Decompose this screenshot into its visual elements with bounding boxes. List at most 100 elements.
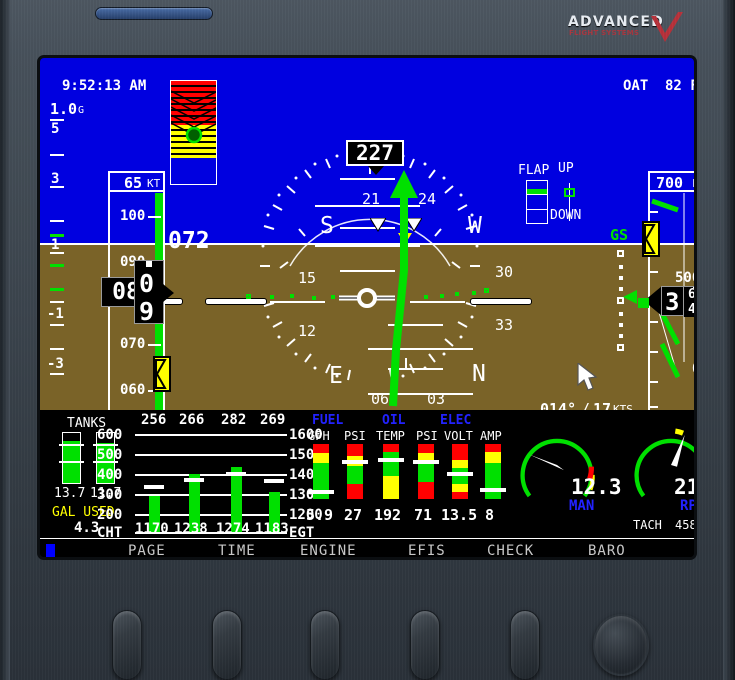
airspeed-bug-unit: KT [147, 177, 161, 190]
wind-speed: 17 [593, 400, 612, 410]
bezel-left-edge [0, 0, 10, 680]
altitude-tens-bottom: 40 [688, 302, 694, 317]
g-tick [50, 154, 64, 156]
bar-label-fuel-psi: PSI [344, 429, 366, 443]
bezel-right-edge [723, 0, 735, 680]
vertical-speed-value: 072 [168, 228, 210, 254]
egt-value-1: 1170 [135, 521, 169, 537]
gs-scale-dot [619, 265, 623, 269]
chart-tick-1 [144, 485, 164, 489]
cht-scale-300: 300 [97, 487, 123, 503]
heading-readout: 227 [346, 140, 404, 166]
g-tick [50, 220, 64, 222]
compass-label-n: N [472, 361, 486, 387]
menu-item-page[interactable]: PAGE [128, 543, 166, 557]
bar-marker-fuel-psi [342, 460, 368, 464]
altitude-bug-unit: FT [692, 177, 694, 190]
terrain-marker [472, 291, 476, 295]
terrain-marker [270, 295, 274, 299]
bar-gauge-oil-temp [383, 444, 399, 499]
chart-tick-3 [226, 472, 246, 476]
g-scale-m3: -3 [47, 356, 64, 372]
group-label-elec: ELEC [440, 413, 472, 428]
g-unit: G [78, 105, 85, 116]
terrain-marker [440, 294, 444, 298]
manifold-pressure-value: 12.3 [571, 475, 622, 499]
rpm-value: 2150 [674, 475, 697, 499]
tach-label: TACH [633, 518, 662, 532]
right-wing-bar [470, 298, 532, 305]
terrain-marker [455, 292, 459, 296]
compass-label-e: E [329, 363, 343, 389]
g-tick [50, 373, 64, 375]
compass-label-w: W [468, 213, 482, 239]
brand-logo: ADVANCED FLIGHT SYSTEMS [568, 12, 683, 46]
soft-key-5[interactable] [510, 610, 540, 680]
altitude-thousands: 3 [665, 288, 680, 316]
terrain-marker [331, 295, 335, 299]
soft-key-2[interactable] [212, 610, 242, 680]
airspeed-readout-rolling: 0 9 [134, 260, 164, 324]
bar-label-amp: AMP [480, 429, 502, 443]
altitude-bug-value: 700 [656, 174, 684, 192]
rotary-knob[interactable] [593, 614, 649, 676]
airspeed-tick-100: 100 [120, 208, 146, 224]
mouse-cursor [577, 363, 598, 391]
egt-value-2: 1238 [174, 521, 208, 537]
brand-subtitle: FLIGHT SYSTEMS [569, 29, 640, 37]
compass-label-s: S [320, 213, 334, 239]
g-scale-3: 3 [51, 171, 60, 187]
menu-item-time[interactable]: TIME [218, 543, 256, 557]
soft-key-4[interactable] [410, 610, 440, 680]
left-wing-bar [205, 298, 267, 305]
bar-marker-amp [480, 488, 506, 492]
g-tick [50, 324, 64, 326]
soft-key-3[interactable] [310, 610, 340, 680]
chart-tick-2 [184, 478, 204, 482]
menu-item-engine[interactable]: ENGINE [300, 543, 357, 557]
efis-screen: 9:52:13 AM OAT 82 F 1.0 G 5 3 1 -1 -3 [37, 55, 697, 560]
flap-indicator [526, 180, 548, 224]
tach-value: 458.85 [675, 518, 697, 532]
flap-position-marker [527, 189, 547, 194]
g-scale-1: 1 [51, 237, 60, 253]
airspeed-digit-top: 0 [139, 269, 155, 298]
tank-left-gauge [62, 432, 81, 484]
wind-speed-unit: KTS [613, 403, 633, 410]
wind-slash: / [581, 400, 591, 410]
trim-position-marker [564, 188, 575, 197]
g-scale-m1: -1 [47, 306, 64, 322]
soft-key-1[interactable] [112, 610, 142, 680]
bar-gauge-oil-psi [418, 444, 434, 499]
altitude-bug[interactable] [642, 221, 660, 257]
bar-marker-volt [447, 472, 473, 476]
wind-direction: 014° [540, 400, 577, 410]
menu-item-efis[interactable]: EFIS [408, 543, 446, 557]
altitude-readout: 3 60 40 [661, 286, 694, 317]
gal-used-value: 4.3 [74, 520, 100, 536]
bar-value-fuel-psi: 27 [344, 506, 363, 524]
terrain-marker [484, 288, 489, 293]
g-marker [50, 288, 64, 291]
soft-key-menu-bar: PAGE TIME ENGINE EFIS CHECK BARO [40, 538, 694, 557]
g-value: 1.0 [50, 100, 78, 118]
chart-tick-4 [264, 479, 284, 483]
compass-label-15: 15 [298, 269, 317, 287]
cht-value-3: 282 [221, 412, 247, 428]
glideslope-label: GS [610, 226, 629, 244]
gs-scale-dot [619, 323, 623, 327]
menu-item-baro[interactable]: BARO [588, 543, 626, 557]
checkmark-icon [651, 12, 683, 42]
compass-label-33: 33 [495, 316, 514, 334]
bar-marker-gph [308, 490, 334, 494]
airspeed-bug[interactable] [153, 356, 171, 392]
menu-item-check[interactable]: CHECK [487, 543, 534, 557]
bar-marker-oil-temp [378, 458, 404, 462]
trim-down-label: DOWN [550, 208, 582, 223]
terrain-marker [246, 294, 251, 299]
tank-left-value: 13.7 [54, 486, 86, 501]
compass-label-30: 30 [495, 263, 514, 281]
g-scale-5: 5 [51, 121, 60, 137]
primary-flight-display: 9:52:13 AM OAT 82 F 1.0 G 5 3 1 -1 -3 [40, 58, 694, 410]
bar-value-oil-temp: 192 [374, 506, 402, 524]
